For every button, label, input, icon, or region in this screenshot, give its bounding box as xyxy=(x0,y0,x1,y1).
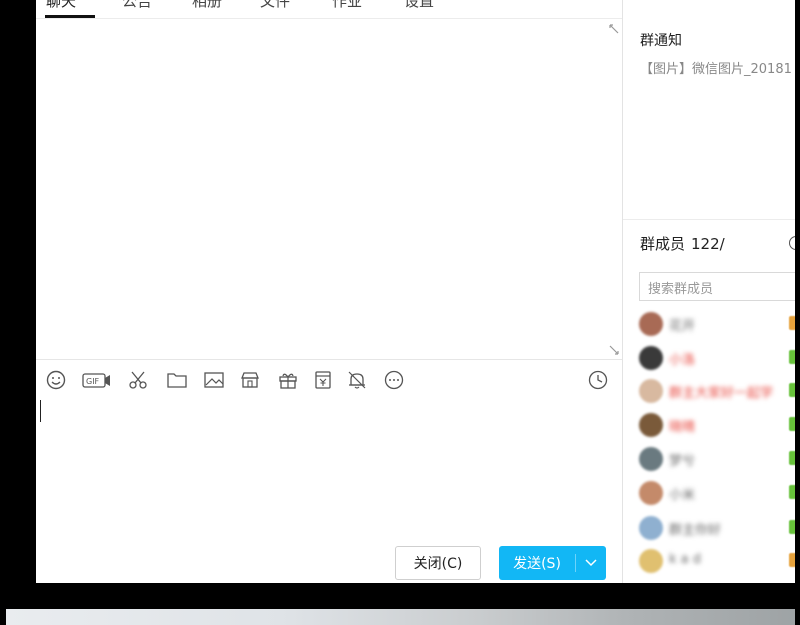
chevron-down-icon xyxy=(585,559,597,567)
group-chat-window: 聊天 公告 相册 文件 作业 设置 GIF 关闭(C) 发送(S) 群通知 【图… xyxy=(0,0,800,583)
smiley-icon xyxy=(46,370,66,390)
screenshot-button[interactable] xyxy=(126,369,150,391)
scissors-icon xyxy=(129,371,147,389)
send-button-label[interactable]: 发送(S) xyxy=(499,546,575,580)
member-row[interactable]: 花开 xyxy=(639,312,797,338)
close-button[interactable]: 关闭(C) xyxy=(395,546,481,580)
send-options-dropdown[interactable] xyxy=(576,546,606,580)
member-row[interactable]: 小米 xyxy=(639,481,797,507)
member-name: 群主大家好一起学 xyxy=(669,386,774,401)
gift-button[interactable] xyxy=(276,369,300,391)
tab-album[interactable]: 相册 xyxy=(192,0,222,11)
member-name: 晓晴 xyxy=(669,420,696,435)
red-packet-button[interactable] xyxy=(311,369,335,391)
reminder-button[interactable] xyxy=(345,369,369,391)
member-row[interactable]: 群主你好 xyxy=(639,516,797,542)
history-button[interactable] xyxy=(586,369,610,391)
member-search-input[interactable]: 搜索群成员 xyxy=(639,272,800,301)
avatar xyxy=(639,379,663,403)
left-screen-border xyxy=(0,0,36,583)
member-row[interactable]: 梦兮 xyxy=(639,447,797,473)
member-row[interactable]: 晓晴 xyxy=(639,413,797,439)
right-screen-border xyxy=(795,0,800,583)
shop-icon xyxy=(241,372,259,388)
group-notice-title[interactable]: 群通知 xyxy=(640,30,682,50)
members-count: 122/ xyxy=(691,235,725,253)
background-image-strip xyxy=(6,609,795,625)
member-name: k a d xyxy=(669,552,702,567)
member-name: 小米 xyxy=(669,488,696,503)
gif-button[interactable]: GIF xyxy=(82,369,112,391)
history-clock-icon xyxy=(588,370,608,390)
send-button[interactable]: 发送(S) xyxy=(499,546,606,580)
message-area[interactable] xyxy=(36,19,622,359)
text-input-caret[interactable] xyxy=(40,400,41,422)
panel-divider xyxy=(623,219,796,220)
collapse-icon[interactable] xyxy=(608,23,620,35)
member-name: 群主你好 xyxy=(669,523,722,538)
folder-icon xyxy=(167,373,187,388)
gift-icon xyxy=(279,373,297,389)
more-icon xyxy=(384,370,404,390)
member-name: 小洛 xyxy=(669,353,696,368)
tab-files[interactable]: 文件 xyxy=(260,0,290,11)
tab-announcement[interactable]: 公告 xyxy=(122,0,152,11)
member-name: 梦兮 xyxy=(669,454,696,469)
avatar xyxy=(639,346,663,370)
more-button[interactable] xyxy=(382,369,406,391)
input-divider xyxy=(36,359,622,360)
group-notice-text[interactable]: 【图片】微信图片_20181 xyxy=(640,58,792,77)
image-button[interactable] xyxy=(202,369,226,391)
avatar xyxy=(639,516,663,540)
tab-settings[interactable]: 设置 xyxy=(404,0,434,11)
shop-button[interactable] xyxy=(238,369,262,391)
file-button[interactable] xyxy=(165,369,189,391)
emoji-button[interactable] xyxy=(44,369,68,391)
group-members-title: 群成员 122/ xyxy=(640,233,725,254)
tab-chat[interactable]: 聊天 xyxy=(46,0,76,11)
member-row[interactable]: k a d xyxy=(639,549,797,575)
bell-icon xyxy=(348,371,366,389)
red-packet-icon xyxy=(315,371,331,389)
member-row[interactable]: 小洛 xyxy=(639,346,797,372)
avatar xyxy=(639,549,663,573)
expand-icon[interactable] xyxy=(608,344,620,356)
group-info-panel: 群通知 【图片】微信图片_20181 群成员 122/ 搜索群成员 花开小洛群主大… xyxy=(622,0,800,583)
gif-icon: GIF xyxy=(82,373,110,388)
tab-homework[interactable]: 作业 xyxy=(332,0,362,11)
tab-bar: 聊天 公告 相册 文件 作业 设置 xyxy=(36,0,622,18)
avatar xyxy=(639,447,663,471)
members-title-label: 群成员 xyxy=(640,235,686,253)
avatar xyxy=(639,413,663,437)
image-icon xyxy=(204,372,224,388)
avatar xyxy=(639,481,663,505)
avatar xyxy=(639,312,663,336)
member-name: 花开 xyxy=(669,319,696,334)
member-row[interactable]: 群主大家好一起学 xyxy=(639,379,797,405)
svg-text:GIF: GIF xyxy=(86,377,100,386)
